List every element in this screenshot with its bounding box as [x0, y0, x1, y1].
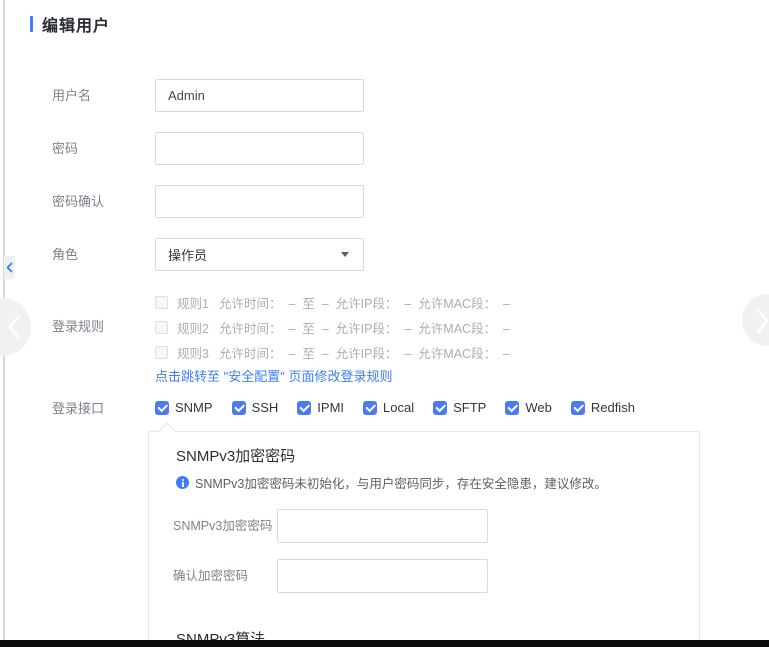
role-select-value: 操作员: [168, 245, 341, 264]
rule2-name: 规则2: [177, 318, 209, 337]
login-rule-row-2: 规则2 允许时间： – 至 – 允许IP段： – 允许MAC段： –: [155, 318, 510, 336]
bottom-taskbar: [0, 640, 769, 647]
snmpv3-panel-title: SNMPv3加密密码: [176, 445, 295, 466]
chevron-left-icon: [7, 314, 21, 340]
check-icon[interactable]: [297, 401, 311, 415]
password-input[interactable]: [155, 132, 364, 165]
check-icon[interactable]: [571, 401, 585, 415]
password-confirm-input[interactable]: [155, 185, 364, 218]
interface-sftp-label: SFTP: [453, 400, 486, 415]
interface-sftp[interactable]: SFTP: [433, 400, 486, 415]
carousel-prev-button[interactable]: [0, 298, 31, 356]
username-label: 用户名: [52, 79, 91, 112]
password-label: 密码: [52, 132, 78, 165]
info-icon: [176, 476, 189, 489]
interface-ipmi-label: IPMI: [317, 400, 344, 415]
snmpv3-panel: SNMPv3加密密码 SNMPv3加密密码未初始化，与用户密码同步，存在安全隐患…: [148, 431, 700, 647]
interface-redfish[interactable]: Redfish: [571, 400, 635, 415]
role-select[interactable]: 操作员: [155, 238, 364, 271]
login-rule-row-1: 规则1 允许时间： – 至 – 允许IP段： – 允许MAC段： –: [155, 293, 510, 311]
chevron-left-icon: [6, 262, 13, 273]
snmpv3-info-row: SNMPv3加密密码未初始化，与用户密码同步，存在安全隐患，建议修改。: [176, 473, 607, 492]
interface-web[interactable]: Web: [505, 400, 552, 415]
interface-snmp-label: SNMP: [175, 400, 213, 415]
rule1-name: 规则1: [177, 293, 209, 312]
chevron-right-icon: [756, 308, 769, 334]
rule2-checkbox[interactable]: [155, 321, 168, 334]
page-title: 编辑用户: [42, 12, 110, 36]
rule1-detail: 允许时间： – 至 – 允许IP段： – 允许MAC段： –: [219, 293, 510, 312]
interface-ssh-label: SSH: [252, 400, 279, 415]
page-header: 编辑用户: [30, 12, 110, 36]
check-icon[interactable]: [363, 401, 377, 415]
snmpv3-password-confirm-label: 确认加密密码: [173, 559, 248, 593]
rule2-detail: 允许时间： – 至 – 允许IP段： – 允许MAC段： –: [219, 318, 510, 337]
edit-user-page: 编辑用户 用户名 密码 密码确认 角色 操作员 登录规则 规则1 允许时间： –…: [0, 0, 769, 647]
rule1-checkbox[interactable]: [155, 296, 168, 309]
login-rule-row-3: 规则3 允许时间： – 至 – 允许IP段： – 允许MAC段： –: [155, 343, 510, 361]
check-icon[interactable]: [505, 401, 519, 415]
rule3-detail: 允许时间： – 至 – 允许IP段： – 允许MAC段： –: [219, 343, 510, 362]
check-icon[interactable]: [155, 401, 169, 415]
role-label: 角色: [52, 238, 78, 271]
login-interfaces-label: 登录接口: [52, 401, 104, 417]
title-accent-bar: [30, 16, 33, 32]
interface-ipmi[interactable]: IPMI: [297, 400, 344, 415]
check-icon[interactable]: [232, 401, 246, 415]
snmpv3-password-label: SNMPv3加密密码: [173, 509, 272, 543]
login-rules-label: 登录规则: [52, 318, 104, 336]
snmpv3-password-input[interactable]: [277, 509, 488, 543]
snmpv3-info-text: SNMPv3加密密码未初始化，与用户密码同步，存在安全隐患，建议修改。: [195, 473, 607, 492]
password-confirm-label: 密码确认: [52, 185, 104, 218]
rule3-checkbox[interactable]: [155, 346, 168, 359]
username-input[interactable]: [155, 79, 364, 112]
sidebar-collapse-handle[interactable]: [4, 256, 15, 279]
interface-local-label: Local: [383, 400, 414, 415]
interface-snmp[interactable]: SNMP: [155, 400, 213, 415]
chevron-down-icon: [341, 252, 349, 257]
rule3-name: 规则3: [177, 343, 209, 362]
login-interfaces-row: SNMP SSH IPMI Local SFTP Web Redfish: [155, 400, 635, 415]
interface-redfish-label: Redfish: [591, 400, 635, 415]
interface-ssh[interactable]: SSH: [232, 400, 279, 415]
check-icon[interactable]: [433, 401, 447, 415]
snmpv3-password-confirm-input[interactable]: [277, 559, 488, 593]
interface-web-label: Web: [525, 400, 552, 415]
interface-local[interactable]: Local: [363, 400, 414, 415]
security-config-link[interactable]: 点击跳转至 "安全配置" 页面修改登录规则: [155, 366, 392, 385]
carousel-next-button[interactable]: [742, 294, 769, 346]
